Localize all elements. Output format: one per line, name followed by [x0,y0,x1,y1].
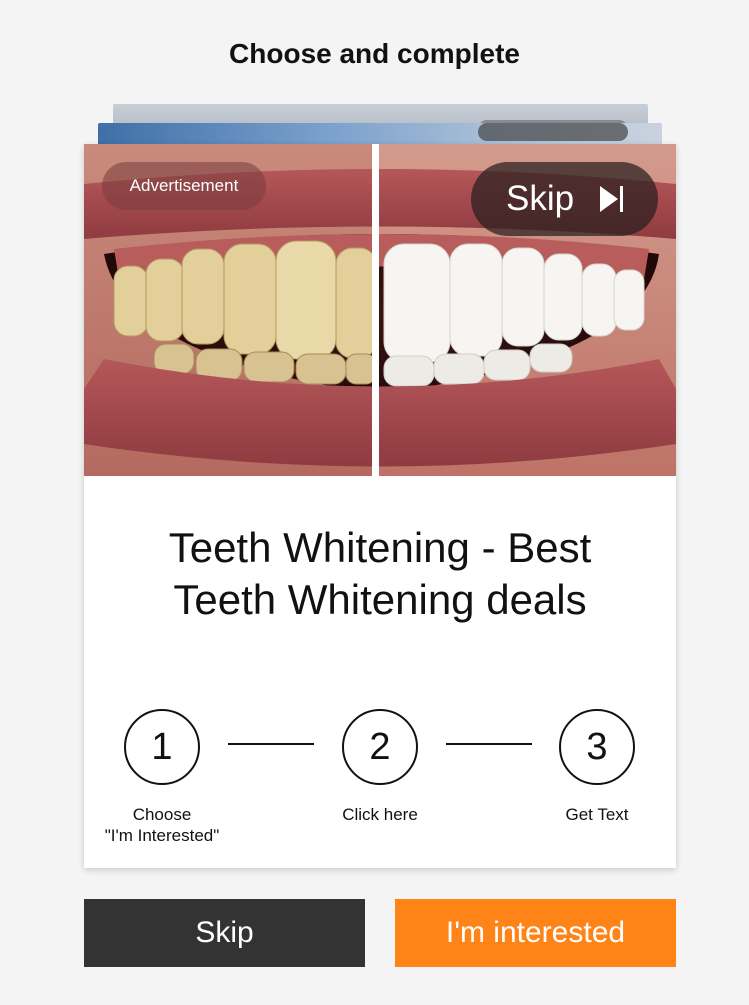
step-connector-2 [446,743,532,745]
step-1-label: Choose "I'm Interested" [82,804,242,846]
skip-ad-button[interactable]: Skip [471,162,658,236]
skip-next-icon [598,184,624,214]
skip-ad-label: Skip [506,179,575,218]
ad-title-line-2: Teeth Whitening deals [173,576,587,623]
step-3-label: Get Text [565,805,629,824]
step-2-circle: 2 [342,709,418,785]
step-1-label-line-2: "I'm Interested" [104,826,220,845]
step-1-label-line-1: Choose [132,805,192,824]
ad-title: Teeth Whitening - Best Teeth Whitening d… [104,522,656,626]
ad-title-line-1: Teeth Whitening - Best [168,524,592,571]
advertisement-badge: Advertisement [102,162,266,210]
skip-button[interactable]: Skip [84,899,365,967]
ad-card: Advertisement Skip Teeth Whitening - Bes… [84,144,676,868]
step-connector-1 [228,743,314,745]
page-title: Choose and complete [229,38,520,69]
step-2-label: Click here [342,805,418,824]
ad-image: Advertisement Skip [84,144,676,476]
interested-button[interactable]: I'm interested [395,899,676,967]
step-1-circle: 1 [124,709,200,785]
step-3-circle: 3 [559,709,635,785]
